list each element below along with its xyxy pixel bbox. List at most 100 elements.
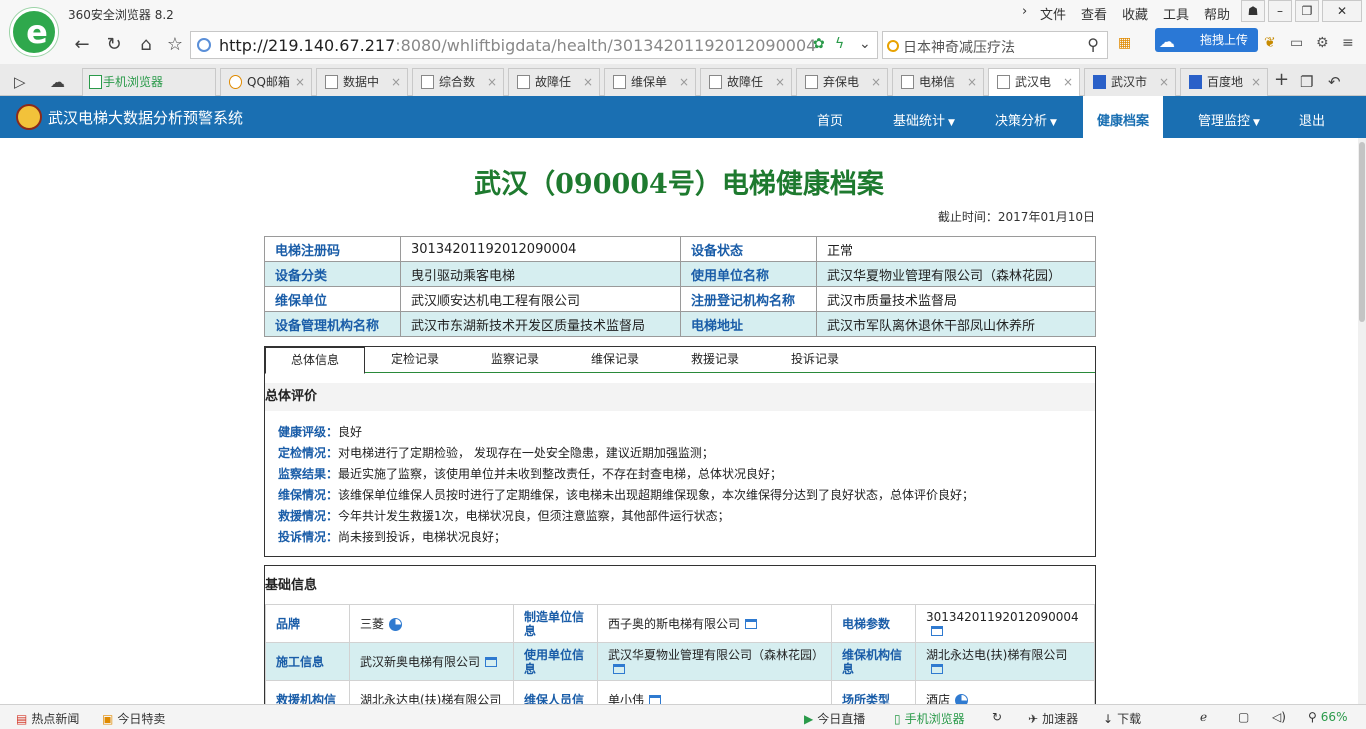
extension-icon[interactable]: ❦ — [1264, 35, 1276, 51]
tab-abandoned[interactable]: 弃保电 × — [796, 68, 888, 96]
menu-tools[interactable]: 工具 — [1163, 4, 1189, 23]
hot-news-link[interactable]: ▤ 热点新闻 — [16, 710, 79, 727]
lightning-icon[interactable]: ϟ — [835, 36, 844, 52]
apps-grid-icon[interactable]: ▦ — [1118, 35, 1131, 51]
nav-basic-stats[interactable]: 基础统计 ▼ — [893, 110, 955, 129]
basic-label: 品牌 — [265, 604, 350, 643]
search-input[interactable]: 日本神奇减压疗法 — [903, 37, 1015, 57]
calendar-icon[interactable] — [485, 657, 498, 667]
skin-icon[interactable]: ☗ — [1241, 0, 1265, 22]
nav-decision-analysis[interactable]: 决策分析 ▼ — [995, 110, 1057, 129]
zoom-control[interactable]: ⚲ 66% — [1308, 710, 1347, 724]
nav-health-records[interactable]: 健康档案 — [1083, 96, 1164, 138]
minimize-button[interactable]: – — [1268, 0, 1292, 22]
tab-close-icon[interactable]: × — [871, 69, 881, 95]
undo-close-icon[interactable]: ↶ — [1328, 73, 1341, 91]
drag-upload-button[interactable]: ☁ 拖拽上传 — [1155, 28, 1258, 52]
tab-rescue-records[interactable]: 救援记录 — [665, 347, 765, 373]
tab-close-icon[interactable]: × — [1063, 69, 1073, 95]
zoom-icon: ⚲ — [1308, 710, 1317, 724]
close-button[interactable]: ✕ — [1322, 0, 1362, 22]
nav-logout[interactable]: 退出 — [1299, 110, 1325, 129]
tab-close-icon[interactable]: × — [487, 69, 497, 95]
tab-close-icon[interactable]: × — [1159, 69, 1169, 95]
address-bar[interactable]: http://219.140.67.217:8080/whliftbigdata… — [190, 31, 878, 59]
tab-comprehensive[interactable]: 综合数 × — [412, 68, 504, 96]
tab-list-icon[interactable]: ❐ — [1300, 73, 1313, 91]
search-icon[interactable]: ⚲ — [1087, 35, 1099, 54]
search-box[interactable]: 日本神奇减压疗法 ⚲ — [882, 31, 1108, 59]
eval-rescue: 救援情况：今年共计发生救援1次，电梯状况良，但须注意监察，其他部件运行状态； — [278, 509, 730, 523]
ie-mode-icon[interactable]: ℯ — [1200, 710, 1207, 724]
baidu-paw-icon — [1189, 75, 1202, 89]
url-text[interactable]: http://219.140.67.217:8080/whliftbigdata… — [219, 36, 816, 55]
volume-icon[interactable]: ◁) — [1272, 710, 1286, 724]
daily-sale-link[interactable]: ▣ 今日特卖 — [102, 710, 165, 727]
tab-complaint-records[interactable]: 投诉记录 — [765, 347, 865, 373]
calendar-icon[interactable] — [649, 695, 662, 704]
calendar-icon[interactable] — [931, 664, 943, 674]
mobile-browser-link[interactable]: ▯ 手机浏览器 — [894, 710, 965, 727]
tab-close-icon[interactable]: × — [295, 69, 305, 95]
nav-management-monitor[interactable]: 管理监控 ▼ — [1198, 110, 1260, 129]
search-engine-icon[interactable] — [887, 40, 899, 52]
menu-file[interactable]: 文件 — [1040, 4, 1066, 23]
dropdown-icon[interactable]: ⌄ — [859, 36, 871, 52]
refresh-icon[interactable]: ↻ — [102, 33, 126, 57]
tab-inspection[interactable]: 定检记录 — [365, 347, 465, 373]
tab-close-icon[interactable]: × — [391, 69, 401, 95]
screenshot-icon[interactable]: ▭ — [1290, 35, 1303, 51]
tab-baidu-map[interactable]: 百度地 × — [1180, 68, 1268, 96]
home-icon[interactable]: ⌂ — [134, 33, 158, 57]
calendar-icon[interactable] — [931, 626, 943, 636]
tab-close-icon[interactable]: × — [967, 69, 977, 95]
favorite-star-icon[interactable]: ☆ — [163, 33, 187, 57]
info-label: 设备分类 — [264, 261, 401, 287]
nav-home[interactable]: 首页 — [817, 110, 843, 129]
download-link[interactable]: ↓ 下载 — [1103, 710, 1141, 727]
tab-close-icon[interactable]: × — [583, 69, 593, 95]
tab-fault-task-2[interactable]: 故障任 × — [700, 68, 792, 96]
tab-supervision[interactable]: 监察记录 — [465, 347, 565, 373]
live-today-link[interactable]: ▶ 今日直播 — [804, 710, 865, 727]
tab-wuhan-city[interactable]: 武汉市 × — [1084, 68, 1176, 96]
tab-close-icon[interactable]: × — [679, 69, 689, 95]
menu-arrow-icon[interactable]: › — [1022, 4, 1027, 19]
scroll-thumb[interactable] — [1359, 142, 1365, 322]
tab-overall[interactable]: 总体信息 — [265, 347, 365, 374]
info-label: 维保单位 — [264, 286, 401, 312]
tab-mobile-browser[interactable]: 手机浏览器 — [82, 68, 216, 96]
back-icon[interactable]: ← — [70, 33, 94, 57]
address-row: ← ↻ ⌂ ☆ http://219.140.67.217:8080/whlif… — [0, 28, 1366, 64]
vertical-scrollbar[interactable] — [1358, 138, 1366, 704]
tab-elevator-info[interactable]: 电梯信 × — [892, 68, 984, 96]
restore-button[interactable]: ❐ — [1295, 0, 1319, 22]
table-row: 救援机构信 湖北永达电(扶)梯有限公司 维保人员信 单小伟 场所类型 酒店 — [265, 680, 1095, 704]
sidebar-toggle-icon[interactable]: ▷ — [14, 73, 26, 91]
window-icon[interactable]: ▢ — [1238, 710, 1249, 724]
tab-wuhan-elevator[interactable]: 武汉电 × — [988, 68, 1080, 97]
new-tab-icon[interactable]: + — [1274, 69, 1289, 90]
tab-fault-task[interactable]: 故障任 × — [508, 68, 600, 96]
page-content: 武汉（090004号）电梯健康档案 截止时间：2017年01月10日 电梯注册码… — [0, 138, 1358, 704]
calendar-icon[interactable] — [745, 619, 758, 629]
refresh-speed-icon[interactable]: ↻ — [992, 710, 1002, 724]
menu-help[interactable]: 帮助 — [1204, 4, 1230, 23]
menu-favorites[interactable]: 收藏 — [1122, 4, 1148, 23]
pie-chart-icon[interactable] — [955, 693, 969, 704]
menu-icon[interactable]: ≡ — [1342, 35, 1354, 51]
cloud-sync-icon[interactable]: ☁ — [50, 73, 65, 91]
security-icon[interactable]: ✿ — [813, 36, 825, 52]
tab-qq-mail[interactable]: QQ邮箱 × — [220, 68, 312, 96]
tab-close-icon[interactable]: × — [775, 69, 785, 95]
accelerator-link[interactable]: ✈ 加速器 — [1028, 710, 1078, 727]
pie-chart-icon[interactable] — [389, 617, 403, 631]
calendar-icon[interactable] — [613, 664, 625, 674]
settings-icon[interactable]: ⚙ — [1316, 35, 1329, 51]
tab-maintenance[interactable]: 维保单 × — [604, 68, 696, 96]
menu-view[interactable]: 查看 — [1081, 4, 1107, 23]
tab-maintenance-records[interactable]: 维保记录 — [565, 347, 665, 373]
tab-close-icon[interactable]: × — [1251, 69, 1261, 95]
tab-data-center[interactable]: 数据中 × — [316, 68, 408, 96]
caret-down-icon: ▼ — [948, 118, 955, 128]
